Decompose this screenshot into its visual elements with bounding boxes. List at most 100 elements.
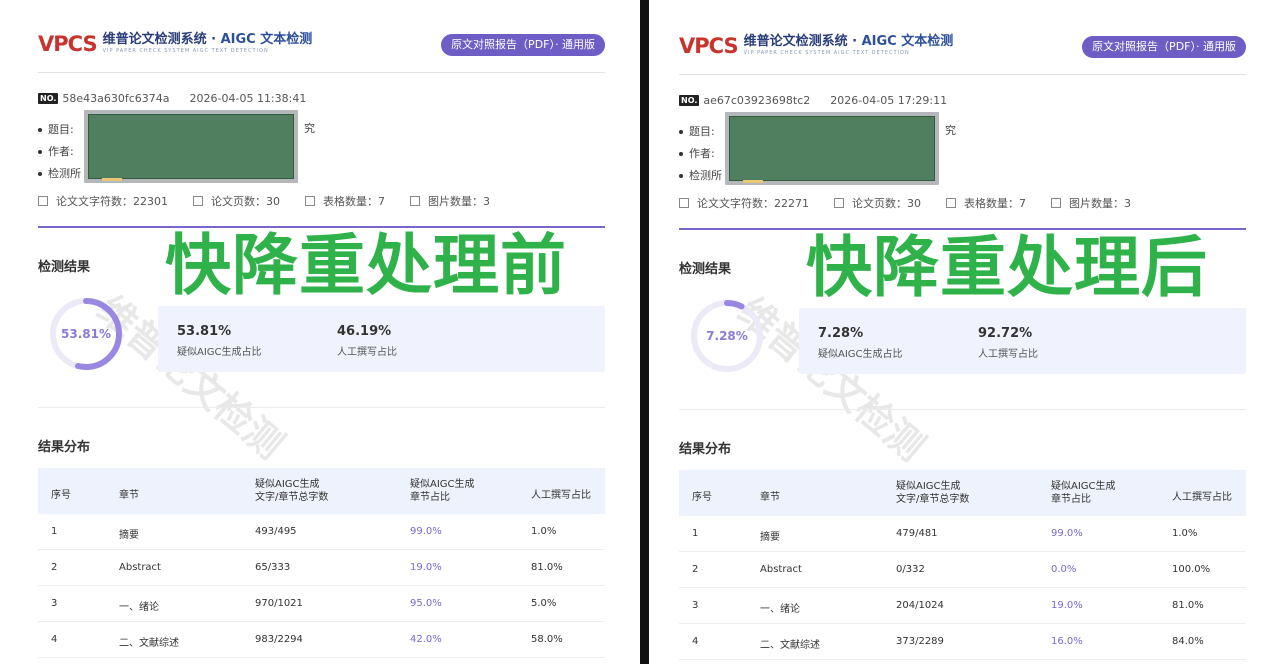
header-human-ratio: 人工撰写占比: [531, 490, 591, 501]
page-count-icon: [834, 198, 844, 208]
panel-divider: [640, 0, 649, 664]
blackboard-face: [729, 116, 935, 181]
cell-human-ratio: 1.0%: [1172, 528, 1198, 539]
stat-label: 论文文字符数：22271: [697, 197, 809, 210]
cell-aigc-ratio: 16.0%: [1051, 636, 1083, 647]
overlay-caption: 快降重处理后: [806, 229, 1208, 306]
cell-aigc-chars: 0/332: [896, 564, 925, 575]
cell-chapter: 二、文献综述: [119, 638, 179, 649]
cell-chapter: 一、绪论: [760, 604, 800, 615]
cell-aigc-ratio: 42.0%: [410, 634, 442, 645]
system-title: 维普论文检测系统 · AIGC 文本检测: [743, 34, 954, 49]
chalk-icon: [102, 178, 122, 181]
system-subtitle: VIP PAPER CHECK SYSTEM AIGC TEXT DETECTI…: [743, 50, 910, 56]
distribution-table: 序号 章节 疑似AIGC生成 文字/章节总字数 疑似AIGC生成 章节占比 人工撰写占比…: [38, 468, 605, 658]
report-panel-before: VPCS 维普论文检测系统 · AIGC 文本检测 VIP PAPER CHEC…: [0, 0, 640, 664]
table-row: 4 二、文献综述 373/2289 16.0% 84.0%: [679, 624, 1246, 660]
text-count-icon: [38, 196, 48, 206]
stat-item: 表格数量：7: [946, 195, 1026, 211]
cell-chapter: Abstract: [760, 564, 802, 575]
stat-item: 论文文字符数：22301: [38, 193, 168, 209]
text-count-icon: [679, 198, 689, 208]
detection-result-title: 检测结果: [679, 262, 732, 277]
cell-human-ratio: 5.0%: [531, 598, 557, 609]
cell-aigc-chars: 983/2294: [255, 634, 303, 645]
report-type-badge: 原文对照报告（PDF）· 通用版: [441, 34, 605, 56]
cell-human-ratio: 81.0%: [1172, 600, 1204, 611]
human-ratio: 46.19% 人工撰写占比: [337, 324, 397, 358]
stat-label: 论文页数：30: [852, 197, 921, 210]
stat-item: 图片数量：3: [410, 193, 490, 209]
aigc-ratio: 7.28% 疑似AIGC生成占比: [818, 326, 903, 360]
header-aigc-ratio: 疑似AIGC生成 章节占比: [1051, 481, 1116, 505]
cell-aigc-ratio: 95.0%: [410, 598, 442, 609]
table-header: 序号 章节 疑似AIGC生成 文字/章节总字数 疑似AIGC生成 章节占比 人工撰写占比: [679, 470, 1246, 516]
header-divider: [38, 72, 605, 73]
cell-aigc-ratio: 19.0%: [410, 562, 442, 573]
aigc-ratio-value: 7.28%: [818, 326, 864, 341]
cell-index: 1: [692, 528, 699, 539]
table-row: 3 一、绪论 204/1024 19.0% 81.0%: [679, 588, 1246, 624]
cell-aigc-chars: 970/1021: [255, 598, 303, 609]
title-label: 题目:: [38, 121, 74, 137]
result-divider: [38, 407, 605, 408]
table-row: 1 摘要 493/495 99.0% 1.0%: [38, 514, 605, 550]
report-page: VPCS 维普论文检测系统 · AIGC 文本检测 VIP PAPER CHEC…: [679, 2, 1246, 664]
page-count-icon: [193, 196, 203, 206]
cell-chapter: 摘要: [760, 532, 780, 543]
cell-human-ratio: 81.0%: [531, 562, 563, 573]
cell-aigc-chars: 65/333: [255, 562, 291, 573]
logo-mark: VPCS: [38, 32, 98, 56]
stat-label: 表格数量：7: [964, 197, 1026, 210]
cell-index: 4: [692, 636, 699, 647]
paper-stats: 论文文字符数：22271 论文页数：30 表格数量：7 图片数量：3: [679, 195, 1156, 211]
title-suffix: 究: [945, 124, 956, 137]
ratio-summary-box: 53.81% 疑似AIGC生成占比 46.19% 人工撰写占比: [158, 306, 605, 372]
cell-index: 3: [51, 598, 58, 609]
header-aigc-chars: 疑似AIGC生成 文字/章节总字数: [255, 479, 329, 503]
header-aigc-chars: 疑似AIGC生成 文字/章节总字数: [896, 481, 970, 505]
header-human-ratio: 人工撰写占比: [1172, 492, 1232, 503]
cell-human-ratio: 84.0%: [1172, 636, 1204, 647]
logo: VPCS 维普论文检测系统 · AIGC 文本检测 VIP PAPER CHEC…: [38, 32, 312, 56]
author-label: 作者:: [679, 145, 715, 161]
image-icon: [410, 196, 420, 206]
author-label: 作者:: [38, 143, 74, 159]
header-index: 序号: [51, 490, 71, 501]
no-badge: NO.: [38, 93, 59, 104]
ratio-summary-box: 7.28% 疑似AIGC生成占比 92.72% 人工撰写占比: [799, 308, 1246, 374]
cell-index: 2: [692, 564, 699, 575]
ring-percent-label: 53.81%: [61, 327, 111, 341]
aigc-ratio-value: 53.81%: [177, 324, 232, 339]
logo: VPCS 维普论文检测系统 · AIGC 文本检测 VIP PAPER CHEC…: [679, 34, 953, 58]
cell-chapter: Abstract: [119, 562, 161, 573]
table-body: 1 摘要 493/495 99.0% 1.0% 2 Abstract 65/333 19.0% 8…: [38, 514, 605, 658]
cell-index: 4: [51, 634, 58, 645]
human-ratio-value: 46.19%: [337, 324, 392, 339]
title-label: 题目:: [679, 123, 715, 139]
report-timestamp: 2026-04-05 17:29:11: [830, 94, 948, 107]
report-id: 58e43a630fc6374a: [62, 92, 170, 105]
aigc-ratio: 53.81% 疑似AIGC生成占比: [177, 324, 262, 358]
stat-item: 图片数量：3: [1051, 195, 1131, 211]
table-row: 2 Abstract 65/333 19.0% 81.0%: [38, 550, 605, 586]
cell-human-ratio: 100.0%: [1172, 564, 1211, 575]
table-row: 3 一、绪论 970/1021 95.0% 5.0%: [38, 586, 605, 622]
stat-label: 论文页数：30: [211, 195, 280, 208]
cell-aigc-ratio: 99.0%: [1051, 528, 1083, 539]
cell-aigc-ratio: 99.0%: [410, 526, 442, 537]
distribution-title: 结果分布: [38, 440, 91, 455]
table-row: 4 二、文献综述 983/2294 42.0% 58.0%: [38, 622, 605, 658]
human-ratio-label: 人工撰写占比: [978, 349, 1038, 360]
human-ratio: 92.72% 人工撰写占比: [978, 326, 1038, 360]
institution-label: 检测所: [38, 165, 81, 181]
report-meta: NO. ae67c03923698tc2 2026-04-05 17:29:11: [679, 94, 947, 107]
header-index: 序号: [692, 492, 712, 503]
cell-aigc-ratio: 0.0%: [1051, 564, 1077, 575]
header-divider: [679, 74, 1246, 75]
cell-aigc-chars: 479/481: [896, 528, 938, 539]
human-ratio-value: 92.72%: [978, 326, 1033, 341]
ring-percent-label: 7.28%: [706, 329, 748, 343]
overlay-caption: 快降重处理前: [165, 227, 567, 304]
report-timestamp: 2026-04-05 11:38:41: [189, 92, 307, 105]
